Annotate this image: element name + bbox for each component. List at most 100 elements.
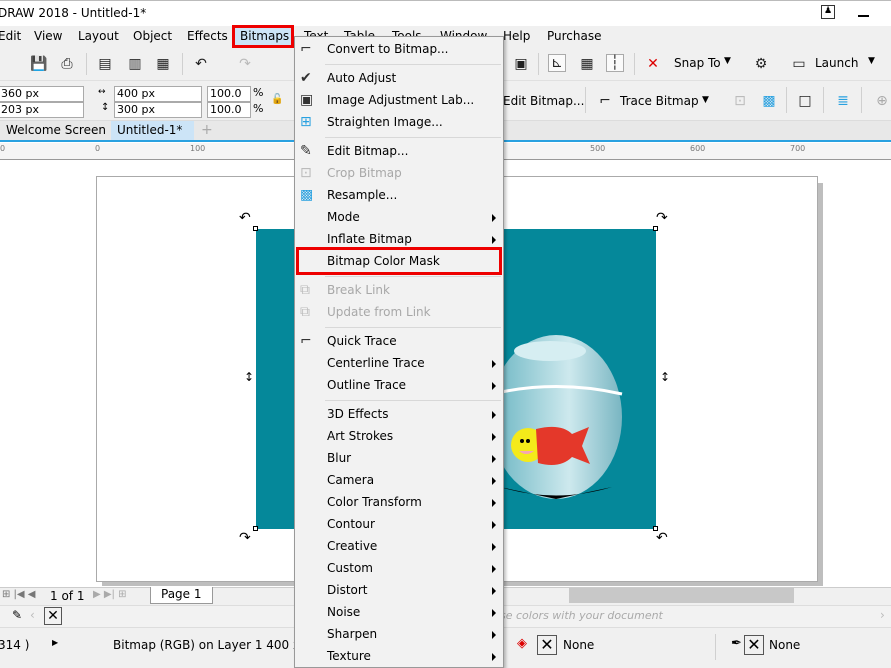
rotate-handle-icon[interactable]: ↷ [656,210,668,226]
menu-item-custom[interactable]: Custom [295,558,503,580]
fill-swatch[interactable]: ✕ [537,635,557,655]
snap-to-button[interactable]: Snap To [674,56,721,70]
menu-item-label: Quick Trace [327,334,397,348]
selection-handle[interactable] [253,526,258,531]
add-page-icon[interactable]: ⊞ |◀ ◀ [2,589,36,600]
cut-icon[interactable]: ▤ [96,55,114,73]
menu-object[interactable]: Object [133,29,172,43]
menu-item-convert-to-bitmap[interactable]: ⌐ Convert to Bitmap... [295,39,503,61]
next-page-icon[interactable]: ▶ ▶| ⊞ [93,589,127,600]
skew-handle-icon[interactable]: ↕ [660,370,670,384]
page-tab[interactable]: Page 1 [150,587,213,604]
menu-item-texture[interactable]: Texture [295,646,503,668]
options-gear-icon[interactable]: ⚙ [752,55,770,73]
launch-button[interactable]: Launch [815,56,858,70]
menu-item-image-adjustment-lab[interactable]: ▣ Image Adjustment Lab... [295,90,503,112]
menu-item-label: Texture [327,649,371,663]
snap-off-icon[interactable]: ✕ [644,55,662,73]
menu-item-mode[interactable]: Mode [295,207,503,229]
horizontal-scrollbar[interactable] [569,588,794,603]
width-field[interactable]: 400 px [114,86,202,102]
bounding-box-icon[interactable]: □ [796,92,814,110]
trace-bitmap-button[interactable]: Trace Bitmap [620,94,699,108]
menu-item-centerline-trace[interactable]: Centerline Trace [295,353,503,375]
tab-welcome-screen[interactable]: Welcome Screen [0,121,112,140]
menu-item-sharpen[interactable]: Sharpen [295,624,503,646]
no-color-swatch[interactable]: ✕ [44,607,62,625]
page-shadow [818,183,823,584]
full-screen-icon[interactable]: ▣ [512,55,530,73]
save-icon[interactable]: 💾 [30,55,48,73]
menu-item-contour[interactable]: Contour [295,514,503,536]
y-position-field[interactable]: 203 px [0,102,84,118]
menu-item-resample[interactable]: ▩ Resample... [295,185,503,207]
minimize-button[interactable] [858,15,869,17]
menu-item-creative[interactable]: Creative [295,536,503,558]
menu-item-art-strokes[interactable]: Art Strokes [295,426,503,448]
paste-icon[interactable]: ▦ [154,55,172,73]
menu-item-outline-trace[interactable]: Outline Trace [295,375,503,397]
menu-bitmaps[interactable]: Bitmaps [232,25,294,48]
eyedropper-icon[interactable]: ✎ [12,608,22,622]
menu-view[interactable]: View [34,29,62,43]
menu-item-straighten-image[interactable]: ⊞ Straighten Image... [295,112,503,134]
edit-bitmap-button[interactable]: Edit Bitmap... [503,94,584,108]
palette-scroll-left-icon[interactable]: ‹ [30,608,35,622]
tab-untitled-1[interactable]: Untitled-1* [111,121,194,140]
copy-icon[interactable]: ▥ [126,55,144,73]
redo-icon[interactable]: ↷ [236,55,254,73]
outline-pen-icon: ✒ [731,636,742,651]
menu-item-3d-effects[interactable]: 3D Effects [295,404,503,426]
scale-y-field[interactable]: 100.0 [207,102,251,118]
menu-purchase[interactable]: Purchase [547,29,602,43]
menu-item-auto-adjust[interactable]: ✔ Auto Adjust [295,68,503,90]
undo-icon[interactable]: ↶ [192,55,210,73]
outline-swatch[interactable]: ✕ [744,635,764,655]
crop-bitmap-icon[interactable]: ⊡ [731,92,749,110]
height-icon: ↕ [101,102,110,113]
trace-bitmap-icon[interactable]: ⌐ [596,92,614,110]
expand-arrow-icon[interactable]: ▶ [52,638,58,647]
ruler-label: 100 [190,144,206,153]
menu-item-blur[interactable]: Blur [295,448,503,470]
menu-edit[interactable]: Edit [0,29,21,43]
skew-handle-icon[interactable]: ↕ [244,370,254,384]
rotate-handle-icon[interactable]: ↷ [239,530,251,546]
grid-icon[interactable]: ▦ [578,55,596,73]
lock-ratio-icon[interactable]: 🔓 [271,94,283,105]
menu-item-distort[interactable]: Distort [295,580,503,602]
new-tab-icon[interactable]: + [195,121,219,140]
selection-handle[interactable] [253,226,258,231]
print-icon[interactable]: ⎙ [58,55,76,73]
selection-handle[interactable] [653,226,658,231]
rulers-icon[interactable]: ⊾ [548,54,566,72]
crop-bitmap-icon: ⊡ [300,165,312,181]
resample-icon[interactable]: ▩ [760,92,778,110]
menu-item-quick-trace[interactable]: ⌐ Quick Trace [295,331,503,353]
rotate-handle-icon[interactable]: ↶ [656,530,668,546]
menu-item-label: Image Adjustment Lab... [327,93,475,107]
guidelines-icon[interactable]: ┆ [606,54,624,72]
launch-dropdown-icon[interactable]: ▼ [868,56,875,66]
menu-layout[interactable]: Layout [78,29,119,43]
scale-x-field[interactable]: 100.0 [207,86,251,102]
menu-item-color-transform[interactable]: Color Transform [295,492,503,514]
snap-to-dropdown-icon[interactable]: ▼ [724,56,731,66]
palette-scroll-right-icon[interactable]: › [880,608,885,622]
menu-help[interactable]: Help [503,29,530,43]
launch-icon[interactable]: ▭ [790,55,808,73]
menu-item-camera[interactable]: Camera [295,470,503,492]
wrap-text-icon[interactable]: ≣ [834,92,852,110]
account-icon[interactable]: ♟ [821,5,835,19]
trace-bitmap-dropdown-icon[interactable]: ▼ [702,95,709,105]
menu-item-edit-bitmap[interactable]: ✎ Edit Bitmap... [295,141,503,163]
height-field[interactable]: 300 px [114,102,202,118]
submenu-arrow-icon [492,609,496,617]
add-icon[interactable]: ⊕ [873,92,891,110]
x-position-field[interactable]: 360 px [0,86,84,102]
menu-item-noise[interactable]: Noise [295,602,503,624]
rotate-handle-icon[interactable]: ↶ [239,210,251,226]
menu-separator [325,400,501,401]
menu-effects[interactable]: Effects [187,29,228,43]
submenu-arrow-icon [492,433,496,441]
